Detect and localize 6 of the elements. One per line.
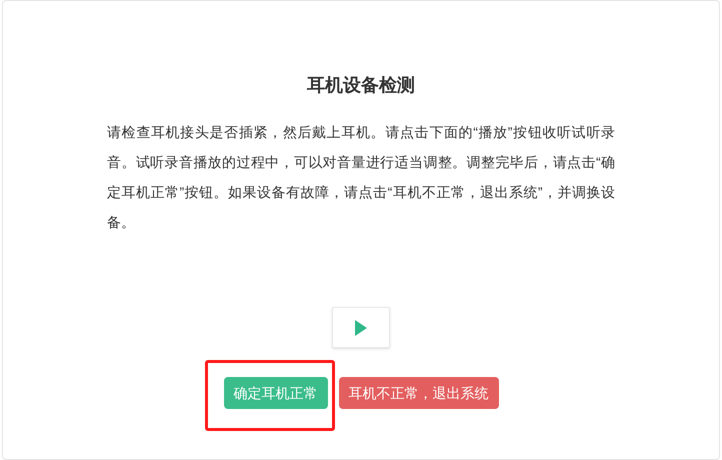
page-title: 耳机设备检测 xyxy=(307,74,415,97)
confirm-button[interactable]: 确定耳机正常 xyxy=(224,377,328,409)
exit-button[interactable]: 耳机不正常，退出系统 xyxy=(338,377,498,409)
play-button[interactable] xyxy=(332,307,390,348)
play-icon xyxy=(355,320,367,336)
instructions-text: 请检查耳机接头是否插紧，然后戴上耳机。请点击下面的“播放”按钮收听试听录音。试听录音播放的过程中，可以对音量进行适当调整。调整完毕后，请点击“确定耳机正常”按钮。如果设备有故障，请点击“耳机不正常，退出系统”，并调换设备。 xyxy=(107,123,615,232)
